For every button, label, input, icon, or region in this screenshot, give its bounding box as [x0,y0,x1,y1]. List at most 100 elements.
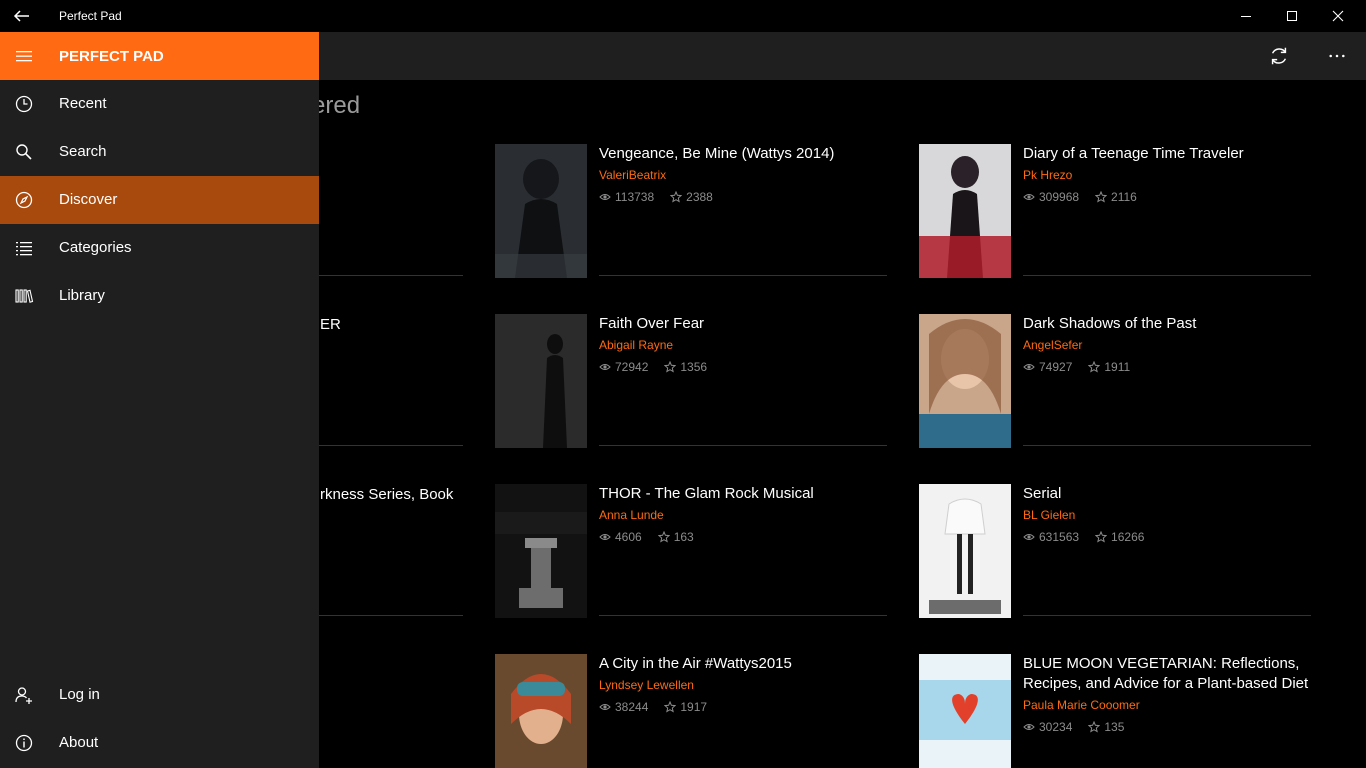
book-stats: 72942 1356 [599,360,887,374]
book-stats: 309968 2116 [1023,190,1311,204]
book-cover[interactable] [495,654,587,768]
library-icon [14,286,34,306]
sidebar-item-label: Discover [59,191,118,208]
book-author[interactable]: Pk Hrezo [1023,168,1311,182]
sidebar-item-categories[interactable]: Categories [0,224,319,272]
book-stats: 4606 163 [599,530,887,544]
book-card[interactable]: Serial BL Gielen 631563 16266 [919,484,1311,624]
sidebar-item-label: Search [59,143,107,160]
navigation-pane: PERFECT PAD Recent Search Discover Categ… [0,32,319,768]
view-count: 4606 [615,530,642,544]
book-stats: 74927 1911 [1023,360,1311,374]
partial-book-title[interactable]: rkness Series, Book [320,486,453,503]
book-stats: 38244 1917 [599,700,887,714]
book-author[interactable]: Anna Lunde [599,508,887,522]
view-count: 74927 [1039,360,1073,374]
book-title[interactable]: THOR - The Glam Rock Musical [599,484,887,504]
sidebar-item-library[interactable]: Library [0,272,319,320]
star-icon [1088,720,1101,733]
sidebar-item-label: Log in [59,686,100,703]
book-author[interactable]: Abigail Rayne [599,338,887,352]
maximize-button[interactable] [1269,0,1315,32]
window-title: Perfect Pad [59,9,122,23]
list-icon [14,238,34,258]
book-author[interactable]: Paula Marie Cooomer [1023,698,1311,712]
book-cover[interactable] [495,314,587,448]
book-cover[interactable] [919,654,1011,768]
book-cover[interactable] [495,484,587,618]
book-card[interactable]: A City in the Air #Wattys2015 Lyndsey Le… [495,654,887,768]
back-button[interactable] [12,6,32,26]
sidebar-item-about[interactable]: About [0,719,319,767]
refresh-icon [1271,47,1287,65]
eye-icon [599,191,611,203]
book-title[interactable]: Diary of a Teenage Time Traveler [1023,144,1311,164]
star-icon [664,700,677,713]
hamburger-button[interactable] [14,46,34,66]
book-card[interactable]: Vengeance, Be Mine (Wattys 2014) ValeriB… [495,144,887,284]
book-author[interactable]: BL Gielen [1023,508,1311,522]
close-button[interactable] [1315,0,1361,32]
star-icon [669,190,683,203]
book-stats: 631563 16266 [1023,530,1311,544]
add-user-icon [14,685,34,705]
star-icon [1094,530,1108,543]
sidebar-item-search[interactable]: Search [0,128,319,176]
search-icon [14,142,34,162]
hamburger-icon [16,51,32,62]
book-author[interactable]: ValeriBeatrix [599,168,887,182]
close-icon [1332,10,1344,22]
view-count: 309968 [1039,190,1080,204]
eye-icon [1023,721,1035,733]
book-cover[interactable] [495,144,587,278]
star-count: 1917 [680,700,708,714]
minimize-button[interactable] [1223,0,1269,32]
refresh-button[interactable] [1264,42,1294,70]
star-count: 2116 [1111,190,1137,204]
divider [1023,615,1311,616]
back-arrow-icon [13,10,29,22]
sidebar-item-login[interactable]: Log in [0,671,319,719]
maximize-icon [1287,11,1297,21]
divider [599,275,887,276]
eye-icon [1023,531,1035,543]
clock-icon [14,94,34,114]
book-author[interactable]: AngelSefer [1023,338,1311,352]
book-card[interactable]: BLUE MOON VEGETARIAN: Reflections, Recip… [919,654,1311,768]
eye-icon [1023,191,1035,203]
book-title[interactable]: Dark Shadows of the Past [1023,314,1311,334]
book-card[interactable]: THOR - The Glam Rock Musical Anna Lunde … [495,484,887,624]
book-title[interactable]: Faith Over Fear [599,314,887,334]
book-title[interactable]: Vengeance, Be Mine (Wattys 2014) [599,144,887,164]
book-card[interactable]: Faith Over Fear Abigail Rayne 72942 1356 [495,314,887,454]
star-count: 2388 [686,190,713,204]
sidebar-item-discover[interactable]: Discover [0,176,319,224]
book-stats: 113738 2388 [599,190,887,204]
partial-book-title[interactable]: ER [320,316,341,333]
star-count: 135 [1104,720,1125,734]
divider [318,445,463,446]
book-card[interactable]: Dark Shadows of the Past AngelSefer 7492… [919,314,1311,454]
more-options-button[interactable] [1322,42,1352,70]
divider [318,615,463,616]
view-count: 30234 [1039,720,1073,734]
star-icon [657,530,670,543]
book-cover[interactable] [919,484,1011,618]
view-count: 72942 [615,360,649,374]
book-title[interactable]: BLUE MOON VEGETARIAN: Reflections, Recip… [1023,654,1311,694]
book-card[interactable]: Diary of a Teenage Time Traveler Pk Hrez… [919,144,1311,284]
info-icon [14,733,34,753]
view-count: 113738 [615,190,655,204]
star-count: 1911 [1104,360,1131,374]
sidebar-item-recent[interactable]: Recent [0,80,319,128]
book-author[interactable]: Lyndsey Lewellen [599,678,887,692]
eye-icon [599,701,611,713]
book-cover[interactable] [919,314,1011,448]
sidebar-item-label: About [59,734,99,751]
view-count: 38244 [615,700,649,714]
star-icon [1094,190,1108,203]
book-cover[interactable] [919,144,1011,278]
book-title[interactable]: Serial [1023,484,1311,504]
book-title[interactable]: A City in the Air #Wattys2015 [599,654,887,674]
divider [1023,275,1311,276]
